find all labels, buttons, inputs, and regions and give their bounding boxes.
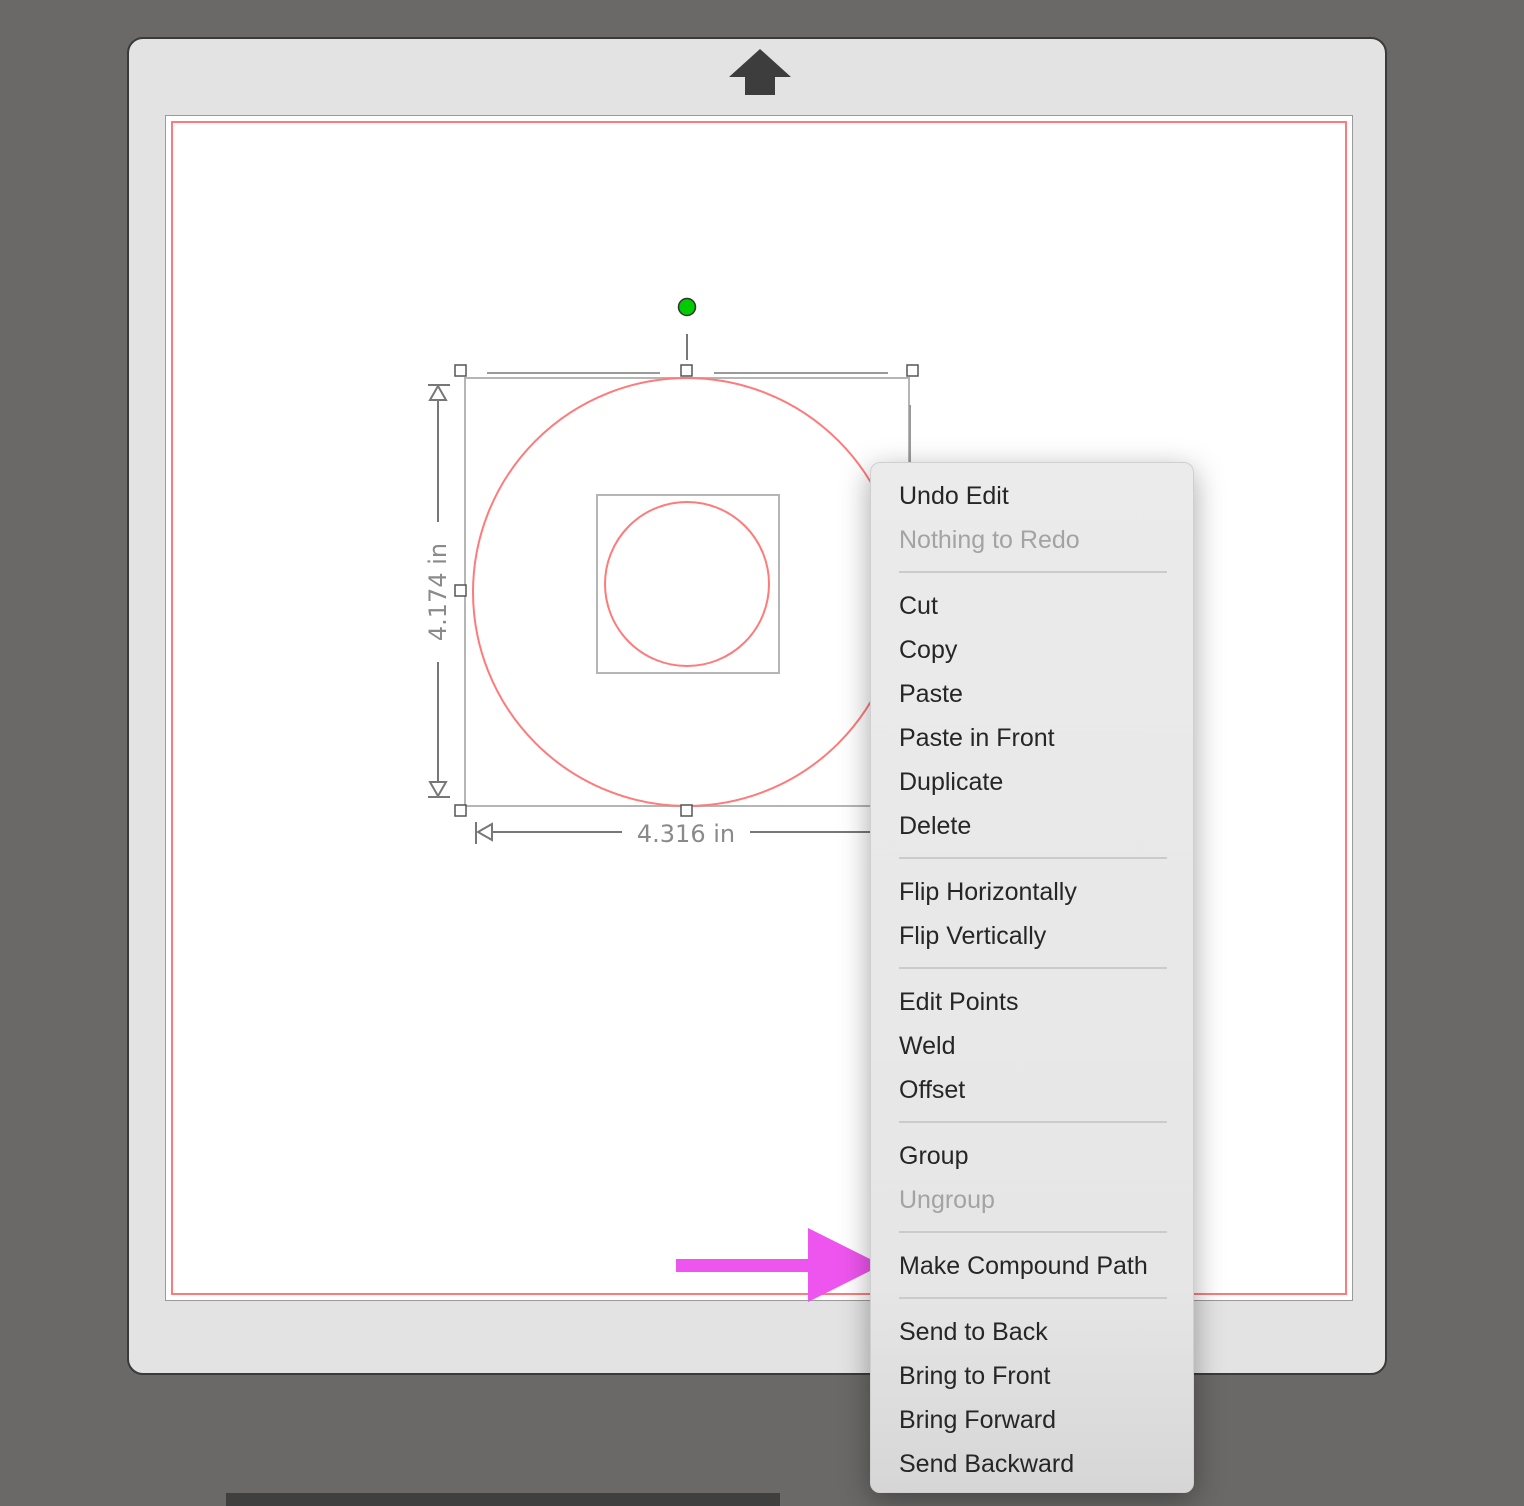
resize-handle-top-right[interactable] (906, 364, 919, 377)
menu-item-ungroup: Ungroup (899, 1186, 995, 1214)
context-menu: Undo Edit Nothing to Redo Cut Copy Paste… (870, 462, 1194, 1493)
menu-item-bring-forward[interactable]: Bring Forward (899, 1405, 1056, 1435)
menu-item-send-to-back[interactable]: Send to Back (899, 1317, 1048, 1347)
menu-item-delete[interactable]: Delete (899, 811, 971, 841)
menu-item-copy[interactable]: Copy (899, 635, 957, 665)
menu-item-paste-in-front[interactable]: Paste in Front (899, 723, 1055, 753)
inner-square-shape[interactable] (596, 494, 780, 674)
menu-separator (899, 1231, 1167, 1233)
rotate-handle[interactable] (677, 297, 697, 317)
outer-circle-shape[interactable] (472, 377, 902, 807)
menu-item-cut[interactable]: Cut (899, 591, 938, 621)
resize-handle-bottom[interactable] (680, 804, 693, 817)
menu-item-weld[interactable]: Weld (899, 1031, 956, 1061)
menu-item-flip-vertically[interactable]: Flip Vertically (899, 921, 1046, 951)
resize-handle-top[interactable] (680, 364, 693, 377)
menu-separator (899, 1121, 1167, 1123)
menu-item-make-compound-path[interactable]: Make Compound Path (899, 1251, 1148, 1281)
menu-separator (899, 1297, 1167, 1299)
width-dimension-label: 4.316 in (637, 820, 735, 848)
resize-handle-bottom-left[interactable] (454, 804, 467, 817)
menu-item-flip-horizontally[interactable]: Flip Horizontally (899, 877, 1077, 907)
menu-separator (899, 967, 1167, 969)
annotation-arrow-shaft (676, 1259, 816, 1272)
menu-item-duplicate[interactable]: Duplicate (899, 767, 1003, 797)
menu-item-nothing-to-redo: Nothing to Redo (899, 526, 1080, 554)
inner-circle-shape[interactable] (604, 501, 770, 667)
horizontal-scrollbar[interactable] (226, 1493, 780, 1506)
menu-separator (899, 571, 1167, 573)
selection-box (464, 377, 910, 807)
menu-item-edit-points[interactable]: Edit Points (899, 987, 1019, 1017)
design-canvas: 4.174 in 4.316 in (424, 297, 919, 1302)
menu-item-paste[interactable]: Paste (899, 679, 963, 709)
height-dimension-label: 4.174 in (424, 543, 452, 641)
menu-item-offset[interactable]: Offset (899, 1075, 965, 1105)
menu-separator (899, 857, 1167, 859)
menu-item-undo-edit[interactable]: Undo Edit (899, 481, 1009, 511)
menu-item-send-backward[interactable]: Send Backward (899, 1449, 1074, 1479)
menu-item-bring-to-front[interactable]: Bring to Front (899, 1361, 1050, 1391)
resize-handle-left[interactable] (454, 584, 467, 597)
resize-handle-top-left[interactable] (454, 364, 467, 377)
menu-item-group[interactable]: Group (899, 1141, 968, 1171)
